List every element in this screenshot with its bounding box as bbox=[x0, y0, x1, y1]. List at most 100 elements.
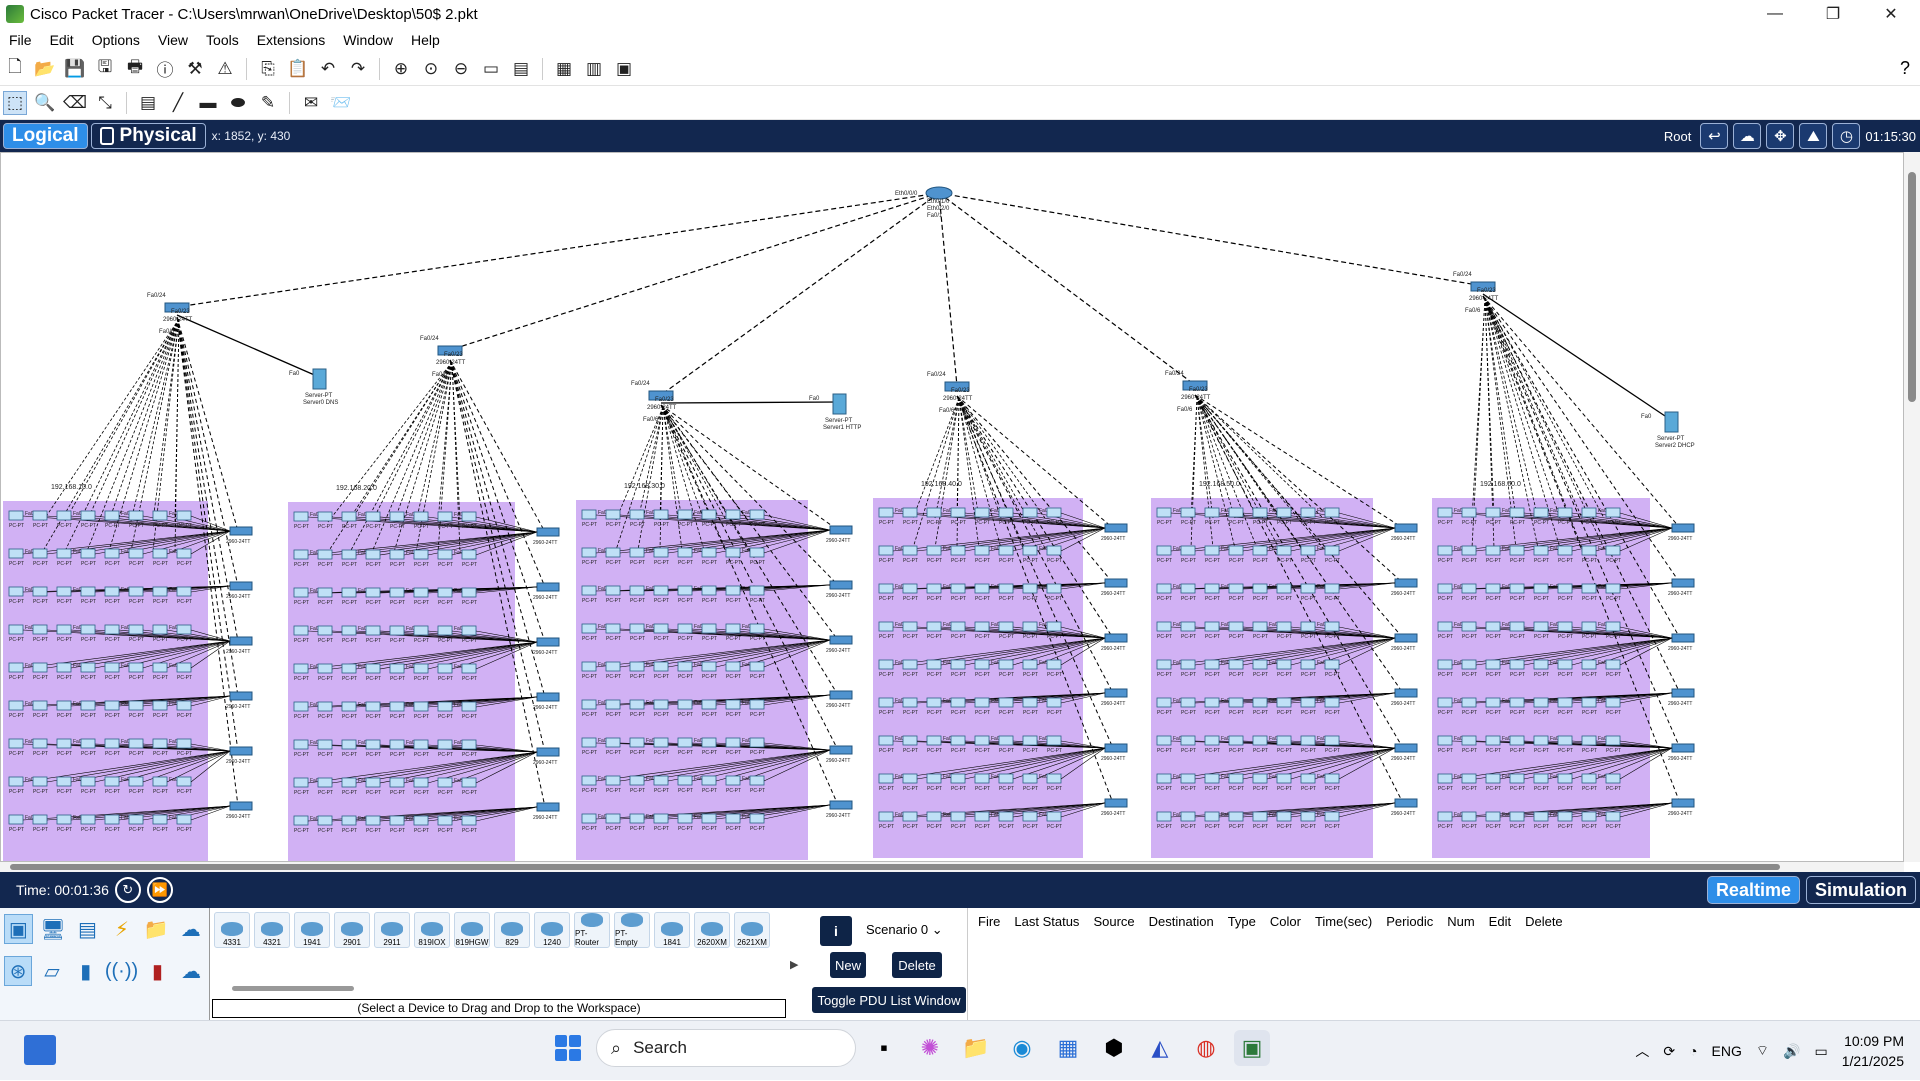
help-button[interactable]: ? bbox=[1900, 58, 1910, 79]
pc-icon[interactable] bbox=[677, 737, 693, 748]
pc-icon[interactable] bbox=[902, 697, 918, 708]
pc-icon[interactable] bbox=[998, 545, 1014, 556]
access-switch-icon[interactable] bbox=[1394, 743, 1418, 753]
pc-icon[interactable] bbox=[461, 815, 477, 826]
wifi-icon[interactable]: ⌔ bbox=[1756, 1042, 1769, 1060]
pc-icon[interactable] bbox=[974, 583, 990, 594]
access-switch-icon[interactable] bbox=[1394, 688, 1418, 698]
pc-icon[interactable] bbox=[677, 509, 693, 520]
viewport-icon[interactable]: ▥ bbox=[582, 57, 606, 81]
pc-icon[interactable] bbox=[104, 662, 120, 673]
pc-icon[interactable] bbox=[1204, 659, 1220, 670]
pc-icon[interactable] bbox=[629, 623, 645, 634]
pc-icon[interactable] bbox=[581, 547, 597, 558]
close-button[interactable]: ✕ bbox=[1862, 0, 1920, 28]
menu-extensions[interactable]: Extensions bbox=[248, 32, 334, 48]
pc-icon[interactable] bbox=[80, 586, 96, 597]
pc-icon[interactable] bbox=[1485, 507, 1501, 518]
pc-icon[interactable] bbox=[1252, 659, 1268, 670]
pc-icon[interactable] bbox=[701, 699, 717, 710]
pc-icon[interactable] bbox=[413, 777, 429, 788]
pc-icon[interactable] bbox=[902, 621, 918, 632]
pc-icon[interactable] bbox=[902, 811, 918, 822]
hubs-icon[interactable]: ▮ bbox=[72, 956, 100, 986]
pc-icon[interactable] bbox=[56, 700, 72, 711]
pc-icon[interactable] bbox=[581, 661, 597, 672]
pc-icon[interactable] bbox=[1228, 811, 1244, 822]
pc-icon[interactable] bbox=[365, 587, 381, 598]
pc-icon[interactable] bbox=[365, 549, 381, 560]
pc-icon[interactable] bbox=[1533, 697, 1549, 708]
pc-icon[interactable] bbox=[1156, 583, 1172, 594]
pc-icon[interactable] bbox=[1046, 811, 1062, 822]
delete-scenario-button[interactable]: Delete bbox=[892, 952, 942, 978]
pc-icon[interactable] bbox=[1204, 583, 1220, 594]
device-1240[interactable]: 1240 bbox=[534, 912, 570, 948]
pc-icon[interactable] bbox=[389, 739, 405, 750]
pc-icon[interactable] bbox=[926, 583, 942, 594]
pc-icon[interactable] bbox=[878, 773, 894, 784]
pc-icon[interactable] bbox=[629, 547, 645, 558]
pc-icon[interactable] bbox=[1204, 773, 1220, 784]
pc-icon[interactable] bbox=[293, 777, 309, 788]
pc-icon[interactable] bbox=[413, 511, 429, 522]
pc-icon[interactable] bbox=[701, 813, 717, 824]
pc-icon[interactable] bbox=[725, 699, 741, 710]
pc-icon[interactable] bbox=[461, 777, 477, 788]
pc-icon[interactable] bbox=[1509, 773, 1525, 784]
note-icon[interactable]: ▤ bbox=[136, 91, 160, 115]
pc-icon[interactable] bbox=[1022, 659, 1038, 670]
access-switch-icon[interactable] bbox=[1671, 633, 1695, 643]
access-switch-icon[interactable] bbox=[1671, 743, 1695, 753]
pc-icon[interactable] bbox=[1509, 621, 1525, 632]
pc-icon[interactable] bbox=[1509, 507, 1525, 518]
pc-icon[interactable] bbox=[902, 507, 918, 518]
pc-icon[interactable] bbox=[1557, 697, 1573, 708]
simple-pdu-icon[interactable]: ✉ bbox=[299, 91, 323, 115]
toggle-pdu-list-button[interactable]: Toggle PDU List Window bbox=[812, 987, 966, 1013]
power-cycle-icon[interactable]: ↻ bbox=[114, 877, 141, 903]
pc-icon[interactable] bbox=[176, 662, 192, 673]
pc-icon[interactable] bbox=[605, 813, 621, 824]
pc-icon[interactable] bbox=[56, 586, 72, 597]
pc-icon[interactable] bbox=[317, 511, 333, 522]
menu-file[interactable]: File bbox=[0, 32, 41, 48]
pc-icon[interactable] bbox=[1461, 507, 1477, 518]
pc-icon[interactable] bbox=[998, 621, 1014, 632]
pc-icon[interactable] bbox=[701, 623, 717, 634]
zoom-reset-icon[interactable]: ⊙ bbox=[419, 57, 443, 81]
pc-icon[interactable] bbox=[1228, 545, 1244, 556]
pc-icon[interactable] bbox=[317, 587, 333, 598]
menu-help[interactable]: Help bbox=[402, 32, 449, 48]
access-switch-icon[interactable] bbox=[229, 746, 253, 756]
access-switch-icon[interactable] bbox=[1104, 578, 1128, 588]
device-pt-empty[interactable]: PT-Empty bbox=[614, 912, 650, 948]
pc-icon[interactable] bbox=[974, 507, 990, 518]
pc-icon[interactable] bbox=[1605, 735, 1621, 746]
network-devices-icon[interactable]: ▣ bbox=[4, 914, 33, 944]
pc-icon[interactable] bbox=[749, 661, 765, 672]
pc-icon[interactable] bbox=[413, 739, 429, 750]
pc-icon[interactable] bbox=[1022, 773, 1038, 784]
access-switch-icon[interactable] bbox=[829, 635, 853, 645]
pc-icon[interactable] bbox=[128, 548, 144, 559]
fast-forward-icon[interactable]: ⏩ bbox=[146, 877, 173, 903]
pc-icon[interactable] bbox=[1509, 545, 1525, 556]
pc-icon[interactable] bbox=[437, 739, 453, 750]
pc-icon[interactable] bbox=[950, 735, 966, 746]
pc-icon[interactable] bbox=[998, 811, 1014, 822]
pc-icon[interactable] bbox=[581, 737, 597, 748]
pc-icon[interactable] bbox=[152, 738, 168, 749]
pc-icon[interactable] bbox=[128, 700, 144, 711]
pc-icon[interactable] bbox=[1022, 583, 1038, 594]
resize-icon[interactable]: ⤡ bbox=[93, 91, 117, 115]
zoom-out-icon[interactable]: ⊖ bbox=[449, 57, 473, 81]
pc-icon[interactable] bbox=[1533, 583, 1549, 594]
tab-physical[interactable]: Physical bbox=[90, 123, 206, 149]
pc-icon[interactable] bbox=[317, 815, 333, 826]
maximize-button[interactable]: ❐ bbox=[1804, 0, 1862, 28]
pc-icon[interactable] bbox=[1300, 507, 1316, 518]
pc-icon[interactable] bbox=[998, 583, 1014, 594]
pc-icon[interactable] bbox=[677, 585, 693, 596]
pc-icon[interactable] bbox=[1022, 545, 1038, 556]
